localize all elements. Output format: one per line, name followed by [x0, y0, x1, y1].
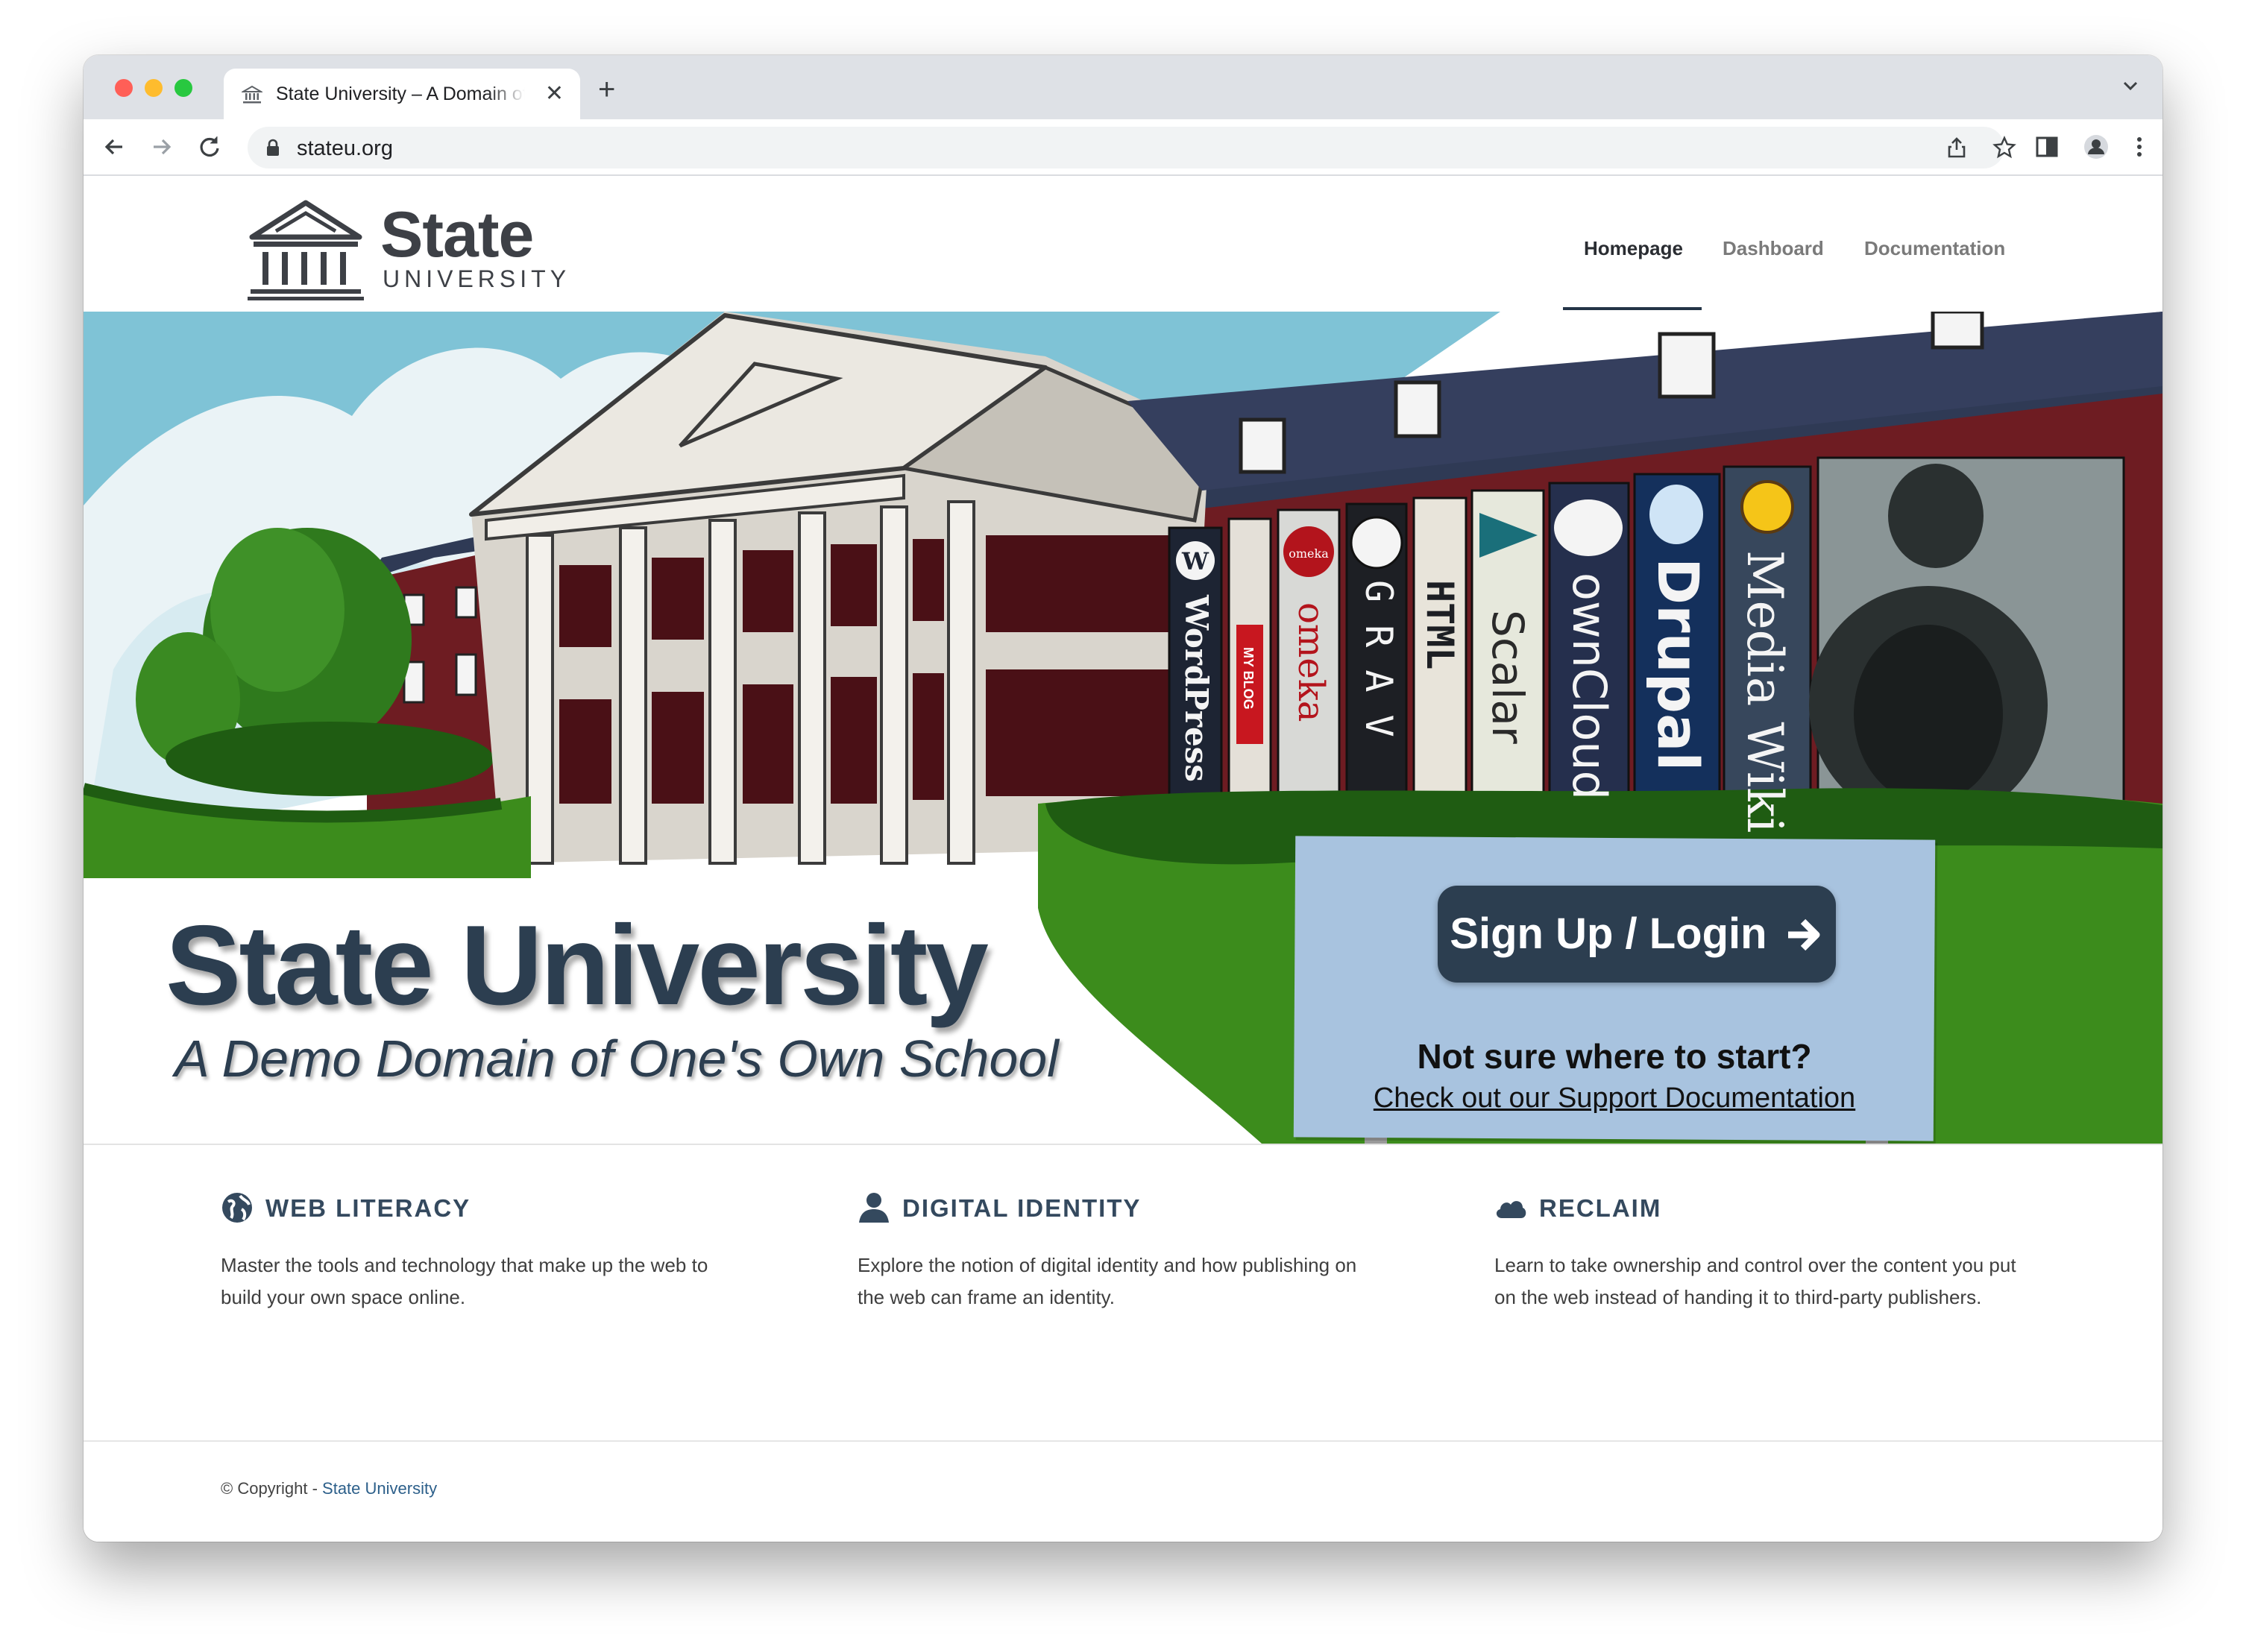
person-icon	[859, 1193, 889, 1223]
side-panel-icon[interactable]	[2033, 133, 2061, 161]
url-text: stateu.org	[297, 136, 393, 160]
back-icon[interactable]	[100, 133, 128, 161]
spine-wordpress: WordPress	[1178, 594, 1215, 782]
tab-close-icon[interactable]: ✕	[545, 81, 564, 107]
nav-documentation[interactable]: Documentation	[1864, 237, 2005, 260]
tab-search-chevron-icon[interactable]	[2121, 76, 2140, 95]
spine-owncloud: ownCloud	[1562, 573, 1617, 800]
nav-active-indicator	[1563, 307, 1702, 310]
feature-title: WEB LITERACY	[265, 1194, 471, 1222]
spine-mediawiki: Media Wiki	[1736, 550, 1793, 833]
kebab-menu-icon[interactable]	[2125, 133, 2154, 161]
close-window-button[interactable]	[115, 79, 133, 97]
logo-title: State	[380, 199, 534, 271]
bookmark-star-icon[interactable]	[1992, 136, 2016, 160]
tab-title: State University – A Domain of One's Own…	[276, 83, 525, 104]
new-tab-button[interactable]: +	[598, 75, 615, 104]
nav-dashboard[interactable]: Dashboard	[1723, 237, 1824, 260]
support-documentation-link[interactable]: Check out our Support Documentation	[1295, 1082, 1934, 1115]
tab-bar: State University – A Domain of One's Own…	[84, 55, 2162, 119]
spine-drupal: Drupal	[1645, 558, 1711, 771]
logo-subtitle: UNIVERSITY	[383, 265, 571, 292]
spine-omeka-badge: omeka	[1289, 546, 1329, 561]
address-bar[interactable]: stateu.org	[248, 127, 2016, 168]
spine-html: HTML	[1418, 580, 1462, 669]
spine-myblog: MY BLOG	[1241, 647, 1256, 710]
globe-icon	[222, 1193, 252, 1223]
signup-login-button[interactable]: Sign Up / Login	[1438, 886, 1836, 983]
nav-homepage[interactable]: Homepage	[1584, 237, 1683, 260]
signup-login-label: Sign Up / Login	[1450, 909, 1767, 958]
hero-divider	[84, 1144, 2162, 1145]
profile-avatar-icon[interactable]	[2082, 133, 2110, 161]
copyright-text: © Copyright -	[221, 1479, 323, 1498]
hero-subtitle: A Demo Domain of One's Own School	[174, 1030, 1059, 1088]
zoom-window-button[interactable]	[174, 79, 192, 97]
minimize-window-button[interactable]	[145, 79, 163, 97]
footer-university-link[interactable]: State University	[322, 1479, 437, 1498]
browser-window: State University – A Domain of One's Own…	[84, 55, 2162, 1542]
feature-text: Learn to take ownership and control over…	[1494, 1254, 2016, 1308]
forward-icon[interactable]	[148, 133, 176, 161]
institution-icon	[242, 85, 262, 104]
feature-text: Master the tools and technology that mak…	[221, 1254, 708, 1308]
spine-omeka: omeka	[1290, 602, 1332, 722]
web-page: State UNIVERSITY Homepage Dashboard Docu…	[84, 176, 2162, 1542]
support-prompt: Not sure where to start?	[1417, 1037, 1812, 1076]
site-logo[interactable]: State UNIVERSITY	[246, 188, 574, 300]
feature-title: DIGITAL IDENTITY	[902, 1194, 1142, 1222]
feature-text: Explore the notion of digital identity a…	[858, 1254, 1357, 1308]
footer-divider	[84, 1440, 2162, 1442]
footer-copyright: © Copyright - State University	[221, 1479, 437, 1498]
site-header: State UNIVERSITY Homepage Dashboard Docu…	[84, 176, 2162, 312]
lock-icon	[267, 139, 279, 156]
tab-active[interactable]: State University – A Domain of One's Own…	[224, 69, 580, 119]
feature-title: RECLAIM	[1539, 1194, 1662, 1222]
reload-icon[interactable]	[195, 133, 224, 161]
share-icon[interactable]	[1945, 136, 1969, 160]
cloud-icon	[1496, 1201, 1526, 1218]
spine-grav: G R A V	[1357, 580, 1400, 737]
spine-scalar: Scalar	[1482, 610, 1533, 744]
hero-banner: W WordPress MY BLOG omeka omeka G R A V …	[84, 312, 2162, 1144]
browser-toolbar: stateu.org	[84, 119, 2162, 176]
institution-logo-icon	[248, 200, 364, 300]
hero-title: State University	[166, 902, 989, 1029]
arrow-right-icon	[1787, 918, 1820, 951]
